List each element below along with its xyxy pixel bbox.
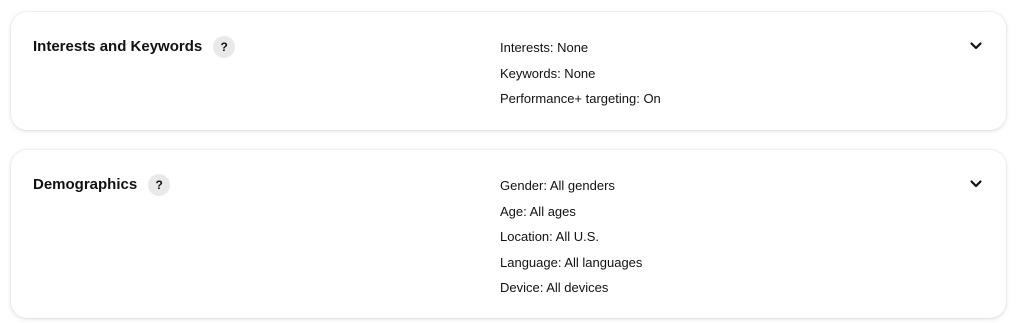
demographics-summary: Gender: All genders Age: All ages Locati… <box>500 179 642 307</box>
summary-gender: Gender: All genders <box>500 178 615 193</box>
summary-location: Location: All U.S. <box>500 229 599 245</box>
summary-device: Device: All devices <box>500 280 609 296</box>
summary-age: Age: All ages <box>500 203 576 219</box>
targeting-panels: Interests and Keywords ? Interests: None… <box>0 0 1024 323</box>
summary-interests: Interests: None <box>500 40 589 55</box>
help-button[interactable]: ? <box>148 174 171 196</box>
interests-keywords-header: Interests and Keywords ? <box>33 36 236 58</box>
chevron-down-icon[interactable] <box>968 38 984 54</box>
question-mark-icon: ? <box>155 178 163 192</box>
chevron-down-icon[interactable] <box>968 176 984 192</box>
section-title: Interests and Keywords <box>33 38 203 55</box>
summary-keywords: Keywords: None <box>500 65 596 81</box>
question-mark-icon: ? <box>220 40 228 54</box>
help-button[interactable]: ? <box>213 36 236 58</box>
summary-performance-targeting: Performance+ targeting: On <box>500 91 661 107</box>
demographics-header: Demographics ? <box>33 174 171 196</box>
summary-language: Language: All languages <box>500 254 643 270</box>
interests-keywords-card[interactable]: Interests and Keywords ? Interests: None… <box>11 12 1006 130</box>
section-title: Demographics <box>33 176 138 193</box>
demographics-card[interactable]: Demographics ? Gender: All genders Age: … <box>11 150 1006 318</box>
interests-keywords-summary: Interests: None Keywords: None Performan… <box>500 41 661 118</box>
